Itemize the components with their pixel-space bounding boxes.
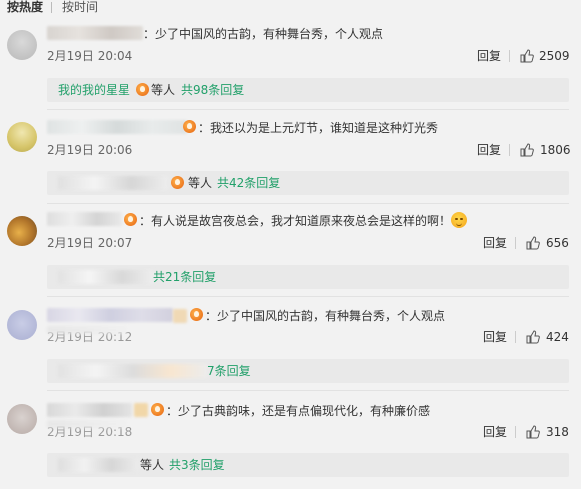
username-blurred[interactable] [47, 26, 143, 40]
avatar[interactable] [7, 404, 37, 434]
sub-reply-count[interactable]: 共98条回复 [181, 83, 244, 97]
vip-badge-icon [171, 176, 184, 189]
like-count: 318 [546, 425, 569, 439]
sort-divider [51, 2, 52, 13]
avatar[interactable] [7, 30, 37, 60]
reply-button[interactable]: 回复 [477, 143, 501, 157]
comment-text: ：我还以为是上元灯节，谁知道是这种灯光秀 [198, 121, 439, 135]
username-blurred [134, 403, 148, 417]
sort-bar: 按热度 按时间 [0, 0, 581, 16]
thumbs-up-icon[interactable] [526, 330, 540, 344]
vip-badge-icon [124, 213, 137, 226]
comment-time: 2月19日 20:07 [47, 236, 133, 250]
comment-text: ：少了中国风的古韵，有种舞台秀，个人观点 [143, 27, 384, 41]
sub-reply-user-blurred[interactable] [58, 458, 138, 472]
avatar[interactable] [7, 122, 37, 152]
thumbs-up-icon[interactable] [520, 143, 534, 157]
username-blurred [173, 309, 187, 323]
action-divider [515, 331, 516, 343]
like-count: 1806 [540, 143, 571, 157]
reply-button[interactable]: 回复 [477, 49, 501, 63]
comment-text: ：少了古典韵味，还是有点偏现代化，有种廉价感 [166, 404, 431, 418]
sub-reply-user-blurred[interactable] [58, 270, 154, 284]
comment-time: 2月19日 20:04 [47, 49, 133, 63]
username-blurred[interactable] [47, 403, 132, 417]
sub-reply-count[interactable]: 共42条回复 [217, 176, 280, 190]
comment-time: 2月19日 20:06 [47, 143, 133, 157]
like-count: 2509 [539, 49, 570, 63]
like-count: 424 [546, 330, 569, 344]
reply-button[interactable]: 回复 [483, 330, 507, 344]
sub-reply-user[interactable]: 我的我的星星 [58, 83, 130, 97]
vip-badge-icon [151, 403, 164, 416]
comment-divider [47, 203, 569, 204]
action-divider [515, 237, 516, 249]
sub-reply-user-blurred[interactable] [58, 364, 208, 378]
username-blurred[interactable] [47, 212, 122, 226]
thumbs-up-icon[interactable] [526, 236, 540, 250]
reply-button[interactable]: 回复 [483, 236, 507, 250]
action-divider [515, 426, 516, 438]
emoji-icon [451, 212, 467, 228]
vip-badge-icon [183, 120, 196, 133]
sub-reply-count[interactable]: 共21条回复 [153, 270, 216, 284]
reply-button[interactable]: 回复 [483, 425, 507, 439]
comment-divider [47, 296, 569, 297]
sub-replies-box[interactable]: 等人 共42条回复 [47, 171, 569, 195]
username-blurred[interactable] [47, 120, 187, 134]
comment-divider [47, 109, 569, 110]
time-blur-overlay [47, 420, 127, 428]
comment-text: ：少了中国风的古韵，有种舞台秀，个人观点 [205, 309, 446, 323]
sub-reply-etc: 等人 [140, 458, 165, 472]
sub-reply-etc: 等人 [151, 83, 176, 97]
action-divider [509, 50, 510, 62]
sub-replies-box[interactable]: 共21条回复 [47, 265, 569, 289]
thumbs-up-icon[interactable] [526, 425, 540, 439]
sub-reply-etc: 等人 [188, 176, 213, 190]
avatar[interactable] [7, 216, 37, 246]
thumbs-up-icon[interactable] [520, 49, 534, 63]
avatar[interactable] [7, 310, 37, 340]
sub-replies-box[interactable]: 我的我的星星 等人 共98条回复 [47, 78, 569, 102]
sub-reply-count[interactable]: 共3条回复 [169, 458, 225, 472]
username-blurred[interactable] [47, 308, 173, 322]
like-count: 656 [546, 236, 569, 250]
vip-badge-icon [190, 308, 203, 321]
time-blur-overlay [47, 326, 127, 334]
sub-replies-box[interactable]: 等人 共3条回复 [47, 453, 569, 477]
comment-divider [47, 390, 569, 391]
comment-text: ：有人说是故宫夜总会，我才知道原来夜总会是这样的啊！ [139, 214, 452, 228]
vip-badge-icon [136, 83, 149, 96]
sort-by-time-tab[interactable]: 按时间 [62, 0, 98, 14]
sub-reply-user-blurred[interactable] [58, 176, 168, 190]
sub-reply-count[interactable]: 7条回复 [207, 364, 251, 378]
sort-by-hot-tab[interactable]: 按热度 [7, 0, 43, 14]
action-divider [509, 144, 510, 156]
sub-replies-box[interactable]: 7条回复 [47, 359, 569, 383]
